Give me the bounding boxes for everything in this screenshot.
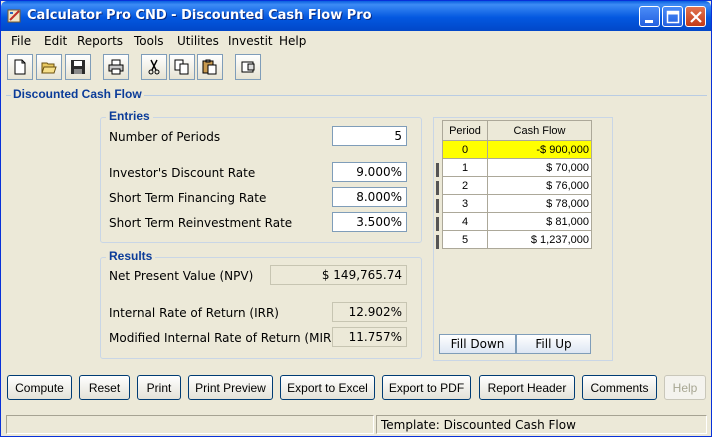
row-marker	[436, 181, 439, 195]
cashflow-table: Period Cash Flow 0 -$ 900,000 1 $ 70,000…	[442, 120, 592, 249]
table-header: Period Cash Flow	[442, 120, 592, 141]
entries-title: Entries	[106, 109, 153, 123]
table-row[interactable]: 4 $ 81,000	[442, 212, 592, 231]
results-title: Results	[106, 249, 156, 263]
menu-file[interactable]: File	[11, 34, 31, 48]
period-cell[interactable]: 1	[442, 158, 488, 177]
fill-down-button[interactable]: Fill Down	[439, 334, 516, 354]
menu-investit[interactable]: Investit	[228, 34, 273, 48]
financing-rate-label: Short Term Financing Rate	[109, 191, 267, 205]
help-button: Help	[664, 375, 706, 400]
table-row[interactable]: 5 $ 1,237,000	[442, 230, 592, 249]
new-file-icon	[14, 59, 26, 75]
row-marker	[436, 163, 439, 177]
compute-button[interactable]: Compute	[7, 375, 72, 400]
row-marker	[436, 217, 439, 231]
cut-button[interactable]	[141, 54, 167, 80]
reinvest-rate-input[interactable]: 3.500%	[332, 212, 407, 232]
toolbar	[2, 52, 710, 82]
open-folder-icon	[41, 62, 57, 74]
cashflow-column-header[interactable]: Cash Flow	[487, 120, 592, 141]
paste-button[interactable]	[197, 54, 223, 80]
period-cell[interactable]: 4	[442, 212, 488, 231]
calculator-app-icon	[7, 8, 23, 24]
cashflow-cell[interactable]: $ 70,000	[487, 158, 592, 177]
export-pdf-button[interactable]: Export to PDF	[382, 375, 471, 400]
print-button[interactable]	[103, 54, 129, 80]
save-icon	[71, 60, 85, 74]
npv-value: $ 149,765.74	[270, 265, 407, 285]
period-cell[interactable]: 3	[442, 194, 488, 213]
menu-tools[interactable]: Tools	[134, 34, 164, 48]
cashflow-cell[interactable]: $ 78,000	[487, 194, 592, 213]
minimize-button[interactable]	[639, 6, 660, 27]
financing-rate-input[interactable]: 8.000%	[332, 187, 407, 207]
menu-bar: File Edit Reports Tools Utilites Investi…	[2, 31, 710, 51]
menu-edit[interactable]: Edit	[44, 34, 67, 48]
open-button[interactable]	[36, 54, 62, 80]
table-row[interactable]: 3 $ 78,000	[442, 194, 592, 213]
copy-button[interactable]	[169, 54, 195, 80]
reset-button[interactable]: Reset	[79, 375, 130, 400]
menu-reports[interactable]: Reports	[77, 34, 123, 48]
save-button[interactable]	[65, 54, 91, 80]
close-button[interactable]	[685, 6, 706, 27]
copy-icon	[174, 59, 189, 75]
status-bar: Template: Discounted Cash Flow	[6, 415, 707, 434]
app-window: Calculator Pro CND - Discounted Cash Flo…	[0, 0, 712, 437]
table-row[interactable]: 2 $ 76,000	[442, 176, 592, 195]
num-periods-label: Number of Periods	[109, 130, 221, 144]
print-report-button[interactable]: Print	[137, 375, 181, 400]
cashflow-cell[interactable]: -$ 900,000	[487, 140, 592, 159]
cashflow-cell[interactable]: $ 1,237,000	[487, 230, 592, 249]
period-cell[interactable]: 2	[442, 176, 488, 195]
panel-title: Discounted Cash Flow	[11, 87, 144, 101]
paste-icon	[202, 59, 217, 75]
table-row[interactable]: 1 $ 70,000	[442, 158, 592, 177]
maximize-button[interactable]	[662, 6, 683, 27]
comments-button[interactable]: Comments	[582, 375, 657, 400]
title-bar[interactable]: Calculator Pro CND - Discounted Cash Flo…	[1, 1, 711, 31]
row-marker	[436, 199, 439, 213]
period-cell[interactable]: 0	[442, 140, 488, 159]
table-row[interactable]: 0 -$ 900,000	[442, 140, 592, 159]
window-title: Calculator Pro CND - Discounted Cash Flo…	[27, 8, 372, 23]
cashflow-cell[interactable]: $ 76,000	[487, 176, 592, 195]
row-marker	[436, 235, 439, 249]
menu-utilites[interactable]: Utilites	[177, 34, 219, 48]
calculator-icon	[241, 61, 255, 73]
irr-value: 12.902%	[332, 302, 407, 322]
mirr-label: Modified Internal Rate of Return (MIRR)	[109, 331, 345, 345]
reinvest-rate-label: Short Term Reinvestment Rate	[109, 216, 293, 230]
npv-label: Net Present Value (NPV)	[109, 269, 254, 283]
period-cell[interactable]: 5	[442, 230, 488, 249]
irr-label: Internal Rate of Return (IRR)	[109, 306, 279, 320]
menu-help[interactable]: Help	[279, 34, 306, 48]
new-button[interactable]	[7, 54, 33, 80]
status-template: Template: Discounted Cash Flow	[376, 415, 707, 434]
num-periods-input[interactable]: 5	[332, 126, 407, 146]
print-preview-button[interactable]: Print Preview	[188, 375, 273, 400]
mirr-value: 11.757%	[332, 327, 407, 347]
cashflow-grid-panel: Period Cash Flow 0 -$ 900,000 1 $ 70,000…	[433, 117, 613, 361]
period-column-header[interactable]: Period	[442, 120, 488, 141]
report-header-button[interactable]: Report Header	[479, 375, 575, 400]
discount-rate-input[interactable]: 9.000%	[332, 162, 407, 182]
cut-icon	[148, 59, 160, 75]
calculator-button[interactable]	[235, 54, 261, 80]
discount-rate-label: Investor's Discount Rate	[109, 166, 256, 180]
fill-up-button[interactable]: Fill Up	[516, 334, 591, 354]
cashflow-cell[interactable]: $ 81,000	[487, 212, 592, 231]
print-icon	[108, 59, 124, 75]
export-excel-button[interactable]: Export to Excel	[280, 375, 375, 400]
status-left	[6, 415, 374, 434]
